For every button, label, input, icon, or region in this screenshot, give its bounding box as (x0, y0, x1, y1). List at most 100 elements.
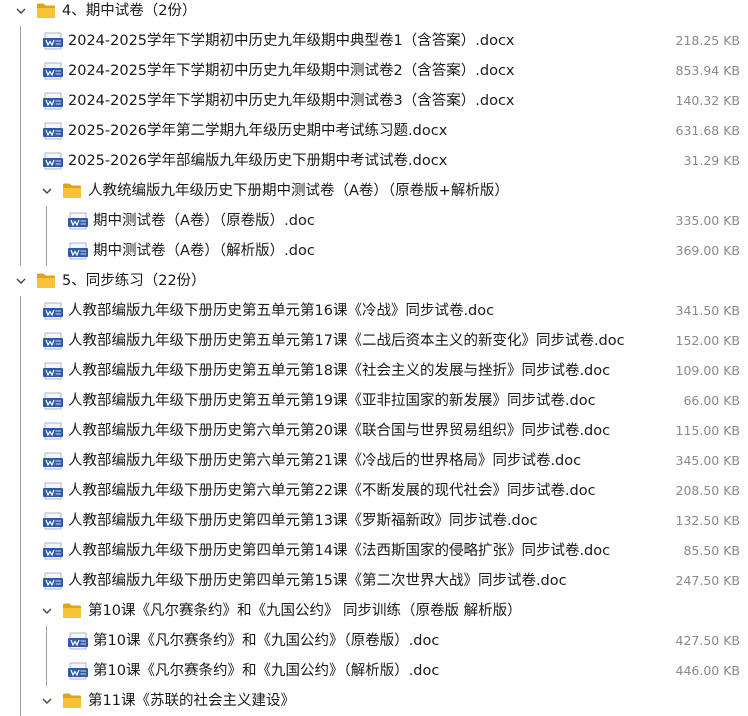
tree-file-row[interactable]: 第10课《凡尔赛条约》和《九国公约》（原卷版）.doc 427.50 KB (0, 626, 748, 656)
folder-icon (37, 3, 55, 18)
file-size: 631.68 KB (675, 123, 740, 138)
tree-guide-line (20, 26, 21, 56)
tree-guide-line (20, 386, 21, 416)
file-size: 31.29 KB (683, 153, 740, 168)
tree-file-row[interactable]: 人教部编版九年级下册历史第五单元第17课《二战后资本主义的新变化》同步试卷.do… (0, 326, 748, 356)
tree-guide-line (20, 326, 21, 356)
tree-file-row[interactable]: 2025-2026学年部编版九年级历史下册期中考试试卷.docx 31.29 KB (0, 146, 748, 176)
tree-file-row[interactable]: 期中测试卷（A卷）（解析版）.doc 369.00 KB (0, 236, 748, 266)
tree-file-row[interactable]: 人教部编版九年级下册历史第四单元第13课《罗斯福新政》同步试卷.doc 132.5… (0, 506, 748, 536)
word-doc-icon (43, 422, 63, 440)
folder-icon (63, 693, 81, 708)
chevron-down-icon[interactable] (40, 604, 54, 618)
tree-file-row[interactable]: 2024-2025学年下学期初中历史九年级期中典型卷1（含答案）.docx 218… (0, 26, 748, 56)
word-doc-icon (43, 332, 63, 350)
chevron-down-icon[interactable] (40, 184, 54, 198)
tree-file-row[interactable]: 2024-2025学年下学期初中历史九年级期中测试卷2（含答案）.docx 853… (0, 56, 748, 86)
file-size: 218.25 KB (675, 33, 740, 48)
folder-icon (37, 273, 55, 288)
tree-guide-line (20, 176, 21, 206)
word-doc-icon (43, 92, 63, 110)
tree-folder-row[interactable]: 人教统编版九年级历史下册期中测试卷（A卷）（原卷版+解析版） (0, 176, 748, 206)
tree-file-row[interactable]: 2025-2026学年第二学期九年级历史期中考试练习题.docx 631.68 K… (0, 116, 748, 146)
word-doc-icon (43, 122, 63, 140)
tree-file-row[interactable]: 第10课《凡尔赛条约》和《九国公约》（解析版）.doc 446.00 KB (0, 656, 748, 686)
tree-guide-line (20, 626, 21, 656)
file-name: 2024-2025学年下学期初中历史九年级期中典型卷1（含答案）.docx (68, 33, 515, 49)
file-name: 期中测试卷（A卷）（解析版）.doc (93, 243, 315, 259)
tree-guide-line (20, 236, 21, 266)
folder-icon (63, 183, 81, 198)
file-name: 人教部编版九年级下册历史第六单元第21课《冷战后的世界格局》同步试卷.doc (68, 453, 582, 469)
tree-file-row[interactable]: 人教部编版九年级下册历史第六单元第21课《冷战后的世界格局》同步试卷.doc 34… (0, 446, 748, 476)
tree-folder-row[interactable]: 4、期中试卷（2份） (0, 0, 748, 26)
word-doc-icon (43, 512, 63, 530)
file-name: 2025-2026学年部编版九年级历史下册期中考试试卷.docx (68, 153, 448, 169)
file-size: 341.50 KB (675, 303, 740, 318)
word-doc-icon (43, 452, 63, 470)
file-size: 247.50 KB (675, 573, 740, 588)
chevron-down-icon[interactable] (14, 274, 28, 288)
tree-file-row[interactable]: 人教部编版九年级下册历史第五单元第16课《冷战》同步试卷.doc 341.50 K… (0, 296, 748, 326)
file-name: 第10课《凡尔赛条约》和《九国公约》（原卷版）.doc (93, 633, 440, 649)
word-doc-icon (43, 362, 63, 380)
word-doc-icon (43, 152, 63, 170)
word-doc-icon (68, 212, 88, 230)
tree-guide-line (20, 536, 21, 566)
tree-guide-line (46, 656, 47, 686)
tree-file-row[interactable]: 人教部编版九年级下册历史第六单元第20课《联合国与世界贸易组织》同步试卷.doc… (0, 416, 748, 446)
file-name: 人教部编版九年级下册历史第四单元第13课《罗斯福新政》同步试卷.doc (68, 513, 538, 529)
tree-guide-line (46, 626, 47, 656)
file-tree: 4、期中试卷（2份） 2024-2025学年下学期初中历史九年级期中典型卷1（含答… (0, 0, 748, 716)
file-size: 335.00 KB (675, 213, 740, 228)
word-doc-icon (43, 572, 63, 590)
file-name: 期中测试卷（A卷）（原卷版）.doc (93, 213, 315, 229)
file-size: 152.00 KB (675, 333, 740, 348)
tree-guide-line (20, 86, 21, 116)
tree-guide-line (20, 656, 21, 686)
file-size: 208.50 KB (675, 483, 740, 498)
word-doc-icon (43, 302, 63, 320)
folder-name: 人教统编版九年级历史下册期中测试卷（A卷）（原卷版+解析版） (88, 183, 509, 199)
file-size: 345.00 KB (675, 453, 740, 468)
file-name: 人教部编版九年级下册历史第四单元第14课《法西斯国家的侵略扩张》同步试卷.doc (68, 543, 611, 559)
file-size: 853.94 KB (675, 63, 740, 78)
tree-guide-line (20, 116, 21, 146)
file-name: 人教部编版九年级下册历史第五单元第16课《冷战》同步试卷.doc (68, 303, 495, 319)
file-name: 人教部编版九年级下册历史第五单元第17课《二战后资本主义的新变化》同步试卷.do… (68, 333, 625, 349)
tree-file-row[interactable]: 人教部编版九年级下册历史第五单元第18课《社会主义的发展与挫折》同步试卷.doc… (0, 356, 748, 386)
file-size: 427.50 KB (675, 633, 740, 648)
word-doc-icon (43, 62, 63, 80)
tree-file-row[interactable]: 期中测试卷（A卷）（原卷版）.doc 335.00 KB (0, 206, 748, 236)
tree-folder-row[interactable]: 第11课《苏联的社会主义建设》 (0, 686, 748, 716)
folder-icon (63, 603, 81, 618)
tree-file-row[interactable]: 2024-2025学年下学期初中历史九年级期中测试卷3（含答案）.docx 140… (0, 86, 748, 116)
file-size: 85.50 KB (683, 543, 740, 558)
file-name: 第10课《凡尔赛条约》和《九国公约》（解析版）.doc (93, 663, 440, 679)
file-size: 446.00 KB (675, 663, 740, 678)
word-doc-icon (43, 482, 63, 500)
tree-file-row[interactable]: 人教部编版九年级下册历史第四单元第14课《法西斯国家的侵略扩张》同步试卷.doc… (0, 536, 748, 566)
tree-guide-line (20, 206, 21, 236)
tree-guide-line (20, 146, 21, 176)
tree-folder-row[interactable]: 5、同步练习（22份） (0, 266, 748, 296)
tree-guide-line (20, 476, 21, 506)
file-name: 2025-2026学年第二学期九年级历史期中考试练习题.docx (68, 123, 448, 139)
word-doc-icon (43, 392, 63, 410)
word-doc-icon (43, 542, 63, 560)
word-doc-icon (43, 32, 63, 50)
tree-file-row[interactable]: 人教部编版九年级下册历史第六单元第22课《不断发展的现代社会》同步试卷.doc 2… (0, 476, 748, 506)
tree-folder-row[interactable]: 第10课《凡尔赛条约》和《九国公约》 同步训练（原卷版 解析版） (0, 596, 748, 626)
file-size: 140.32 KB (675, 93, 740, 108)
chevron-down-icon[interactable] (14, 4, 28, 18)
tree-file-row[interactable]: 人教部编版九年级下册历史第五单元第19课《亚非拉国家的新发展》同步试卷.doc 6… (0, 386, 748, 416)
file-size: 132.50 KB (675, 513, 740, 528)
tree-file-row[interactable]: 人教部编版九年级下册历史第四单元第15课《第二次世界大战》同步试卷.doc 247… (0, 566, 748, 596)
file-size: 369.00 KB (675, 243, 740, 258)
tree-guide-line (20, 566, 21, 596)
file-name: 人教部编版九年级下册历史第四单元第15课《第二次世界大战》同步试卷.doc (68, 573, 567, 589)
folder-name: 4、期中试卷（2份） (62, 3, 197, 19)
tree-guide-line (46, 206, 47, 236)
tree-guide-line (20, 56, 21, 86)
chevron-down-icon[interactable] (40, 694, 54, 708)
